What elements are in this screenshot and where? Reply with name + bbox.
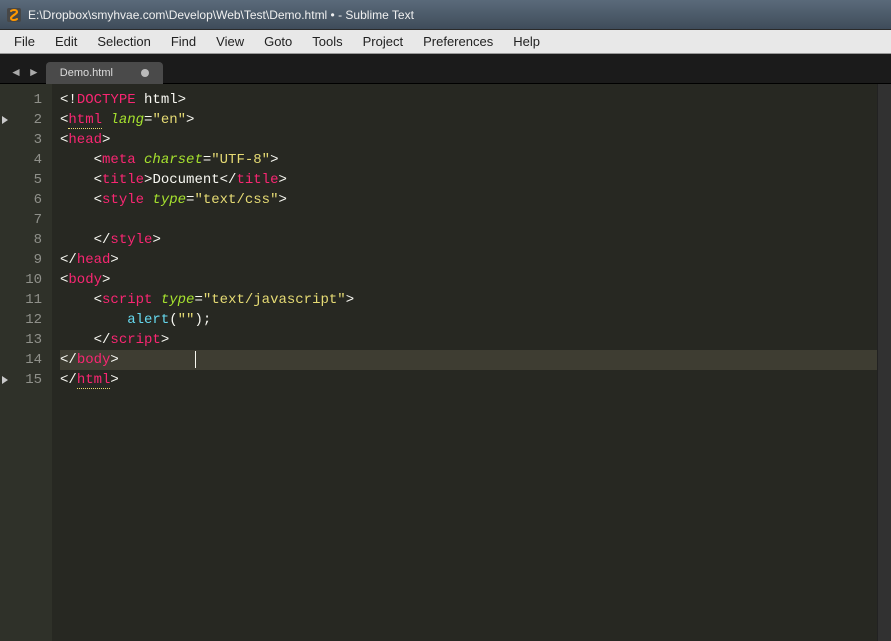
titlebar[interactable]: E:\Dropbox\smyhvae.com\Develop\Web\Test\… — [0, 0, 891, 30]
line-number[interactable]: 15 — [0, 370, 52, 390]
code-line[interactable]: <body> — [60, 270, 891, 290]
code-line[interactable]: <style type="text/css"> — [60, 190, 891, 210]
line-number[interactable]: 3 — [0, 130, 52, 150]
code-area[interactable]: <!DOCTYPE html><html lang="en"><head> <m… — [52, 84, 891, 641]
code-line[interactable]: </html> — [60, 370, 891, 390]
menu-preferences[interactable]: Preferences — [413, 30, 503, 53]
line-number[interactable]: 13 — [0, 330, 52, 350]
window-title: E:\Dropbox\smyhvae.com\Develop\Web\Test\… — [28, 8, 414, 22]
editor[interactable]: 123456789101112131415 <!DOCTYPE html><ht… — [0, 84, 891, 641]
line-number[interactable]: 10 — [0, 270, 52, 290]
menu-file[interactable]: File — [4, 30, 45, 53]
dirty-indicator-icon — [141, 69, 149, 77]
code-line[interactable]: </head> — [60, 250, 891, 270]
code-line[interactable]: <html lang="en"> — [60, 110, 891, 130]
line-number[interactable]: 14 — [0, 350, 52, 370]
menubar: File Edit Selection Find View Goto Tools… — [0, 30, 891, 54]
code-line[interactable]: <script type="text/javascript"> — [60, 290, 891, 310]
line-number[interactable]: 1 — [0, 90, 52, 110]
code-line[interactable] — [60, 210, 891, 230]
line-number[interactable]: 9 — [0, 250, 52, 270]
tab-demo-html[interactable]: Demo.html — [46, 62, 163, 84]
menu-tools[interactable]: Tools — [302, 30, 352, 53]
menu-edit[interactable]: Edit — [45, 30, 87, 53]
line-number[interactable]: 7 — [0, 210, 52, 230]
code-line[interactable]: </style> — [60, 230, 891, 250]
code-line[interactable]: <meta charset="UTF-8"> — [60, 150, 891, 170]
menu-goto[interactable]: Goto — [254, 30, 302, 53]
line-number[interactable]: 11 — [0, 290, 52, 310]
nav-forward-icon[interactable]: ► — [28, 65, 40, 79]
gutter[interactable]: 123456789101112131415 — [0, 84, 52, 641]
code-line[interactable]: </script> — [60, 330, 891, 350]
line-number[interactable]: 4 — [0, 150, 52, 170]
code-line[interactable]: <!DOCTYPE html> — [60, 90, 891, 110]
line-number[interactable]: 5 — [0, 170, 52, 190]
code-line[interactable]: </body> — [60, 350, 891, 370]
app-icon — [6, 7, 22, 23]
line-number[interactable]: 6 — [0, 190, 52, 210]
vertical-scrollbar[interactable] — [877, 84, 891, 641]
nav-back-icon[interactable]: ◄ — [10, 65, 22, 79]
tab-nav-arrows: ◄ ► — [8, 65, 46, 83]
menu-find[interactable]: Find — [161, 30, 206, 53]
line-number[interactable]: 8 — [0, 230, 52, 250]
code-line[interactable]: <title>Document</title> — [60, 170, 891, 190]
code-line[interactable]: alert(""); — [60, 310, 891, 330]
menu-view[interactable]: View — [206, 30, 254, 53]
code-line[interactable]: <head> — [60, 130, 891, 150]
line-number[interactable]: 2 — [0, 110, 52, 130]
text-caret — [195, 351, 196, 368]
tab-bar: ◄ ► Demo.html — [0, 54, 891, 84]
menu-help[interactable]: Help — [503, 30, 550, 53]
menu-project[interactable]: Project — [353, 30, 413, 53]
menu-selection[interactable]: Selection — [87, 30, 160, 53]
tab-label: Demo.html — [60, 67, 113, 79]
line-number[interactable]: 12 — [0, 310, 52, 330]
